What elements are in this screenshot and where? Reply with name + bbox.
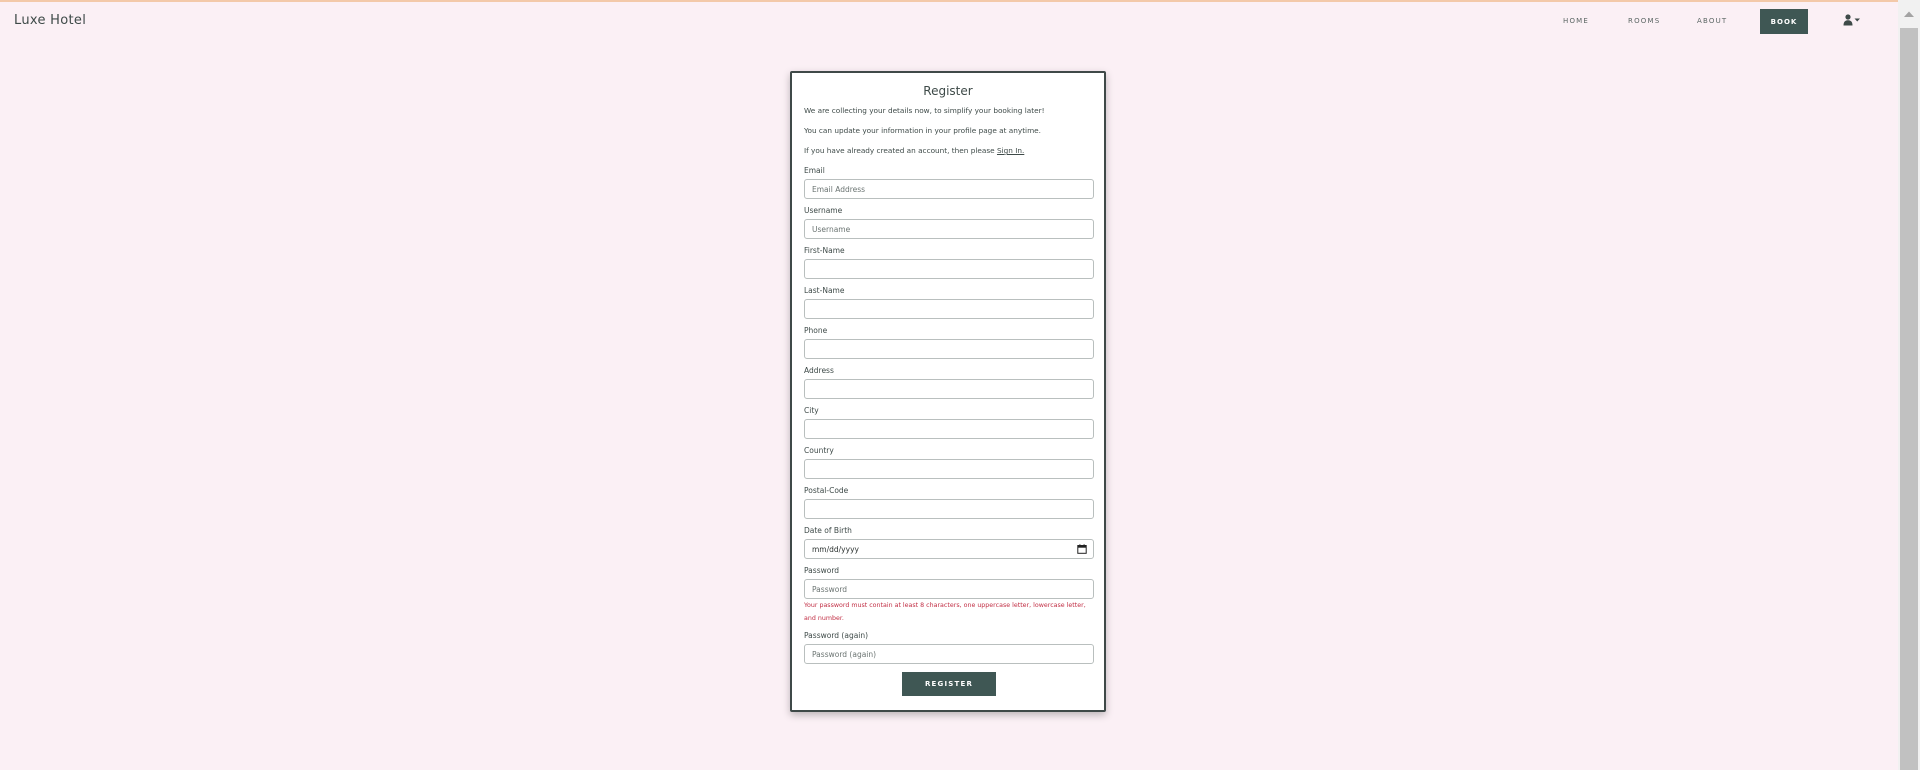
register-button[interactable]: REGISTER xyxy=(902,672,996,696)
country-label: Country xyxy=(804,446,834,455)
intro-line-3: If you have already created an account, … xyxy=(804,146,1024,155)
postal-code-field[interactable] xyxy=(804,499,1094,519)
first-name-field[interactable] xyxy=(804,259,1094,279)
postal-code-label: Postal-Code xyxy=(804,486,849,495)
email-label: Email xyxy=(804,166,825,175)
city-label: City xyxy=(804,406,819,415)
phone-field[interactable] xyxy=(804,339,1094,359)
last-name-label: Last-Name xyxy=(804,286,845,295)
last-name-field[interactable] xyxy=(804,299,1094,319)
register-card: Register We are collecting your details … xyxy=(790,71,1106,712)
user-menu-dropdown[interactable] xyxy=(1843,14,1863,28)
register-title: Register xyxy=(923,84,973,98)
date-of-birth-label: Date of Birth xyxy=(804,526,852,535)
nav-link-about[interactable]: ABOUT xyxy=(1697,17,1727,25)
scrollbar-thumb[interactable] xyxy=(1900,28,1918,770)
intro-line-1: We are collecting your details now, to s… xyxy=(804,106,1045,115)
calendar-icon[interactable] xyxy=(1077,544,1087,554)
date-placeholder: mm/dd/yyyy xyxy=(812,545,859,554)
password-again-field[interactable] xyxy=(804,644,1094,664)
username-field[interactable] xyxy=(804,219,1094,239)
book-button[interactable]: BOOK xyxy=(1760,9,1808,34)
intro-line-2: You can update your information in your … xyxy=(804,126,1041,135)
nav-link-home[interactable]: HOME xyxy=(1563,17,1589,25)
username-label: Username xyxy=(804,206,843,215)
password-again-label: Password (again) xyxy=(804,631,869,640)
address-label: Address xyxy=(804,366,834,375)
vertical-scrollbar[interactable] xyxy=(1898,0,1920,770)
first-name-label: First-Name xyxy=(804,246,845,255)
caret-down-icon xyxy=(1854,18,1860,22)
brand-logo[interactable]: Luxe Hotel xyxy=(14,13,86,28)
address-field[interactable] xyxy=(804,379,1094,399)
signin-link[interactable]: Sign In. xyxy=(997,146,1024,155)
password-field[interactable] xyxy=(804,579,1094,599)
password-label: Password xyxy=(804,566,840,575)
scroll-up-arrow-icon xyxy=(1904,11,1914,17)
email-field[interactable] xyxy=(804,179,1094,199)
date-of-birth-field[interactable]: mm/dd/yyyy xyxy=(804,539,1094,559)
user-icon xyxy=(1843,14,1853,26)
scroll-up-button[interactable] xyxy=(1898,0,1920,28)
city-field[interactable] xyxy=(804,419,1094,439)
nav-link-rooms[interactable]: ROOMS xyxy=(1628,17,1660,25)
navbar: Luxe Hotel HOME ROOMS ABOUT BOOK xyxy=(0,2,1898,40)
signin-prompt: If you have already created an account, … xyxy=(804,146,995,155)
password-error-message: Your password must contain at least 8 ch… xyxy=(804,602,1086,622)
country-field[interactable] xyxy=(804,459,1094,479)
phone-label: Phone xyxy=(804,326,828,335)
